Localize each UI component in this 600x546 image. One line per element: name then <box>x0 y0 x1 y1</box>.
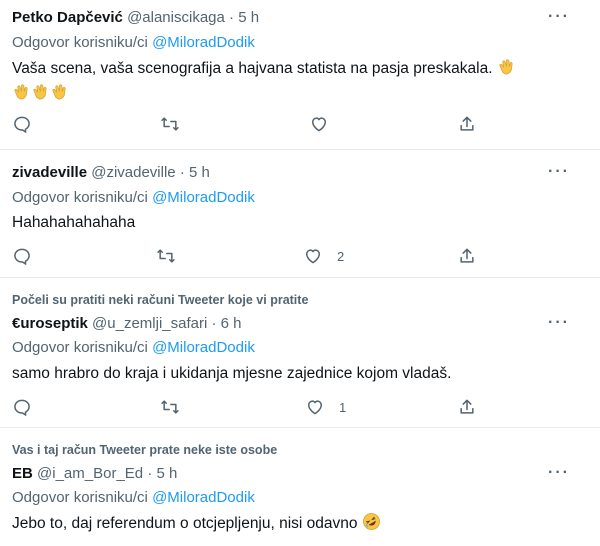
reply-mention-link[interactable]: @MiloradDodik <box>152 34 255 51</box>
share-button[interactable] <box>457 114 477 134</box>
reply-to: Odgovor korisniku/ci @MiloradDodik <box>12 189 255 206</box>
retweet-button[interactable] <box>160 397 180 417</box>
tweet-actions: 1 <box>0 397 600 421</box>
more-options-button[interactable]: ··· <box>548 163 570 181</box>
tweet-header: EB @i_am_Bor_Ed · 5 h <box>12 465 177 482</box>
reply-button[interactable] <box>12 397 32 417</box>
tweet[interactable]: Vas i taj račun Tweeter prate neke iste … <box>0 428 600 546</box>
separator-dot: · <box>211 315 217 332</box>
rofl-emoji <box>362 513 381 532</box>
retweet-button[interactable] <box>160 114 180 134</box>
reply-mention-link[interactable]: @MiloradDodik <box>152 339 255 356</box>
reply-icon <box>14 399 30 417</box>
like-count: 2 <box>337 248 345 264</box>
reply-button[interactable] <box>12 246 32 266</box>
more-options-button[interactable]: ··· <box>548 314 570 332</box>
tweet-header: zivadeville @zivadeville · 5 h <box>12 164 210 181</box>
retweet-icon <box>157 249 175 263</box>
reply-icon <box>14 248 30 266</box>
tweet[interactable]: zivadeville @zivadeville · 5 h ··· Odgov… <box>0 150 600 278</box>
clapping-hands-emoji <box>497 59 516 77</box>
author-handle[interactable]: @zivadeville <box>91 164 175 181</box>
like-count: 1 <box>339 399 347 415</box>
retweet-icon <box>161 117 179 131</box>
share-button[interactable] <box>457 246 477 266</box>
more-options-button[interactable]: ··· <box>548 8 570 26</box>
tweet-text: Jebo to, daj referendum o otcjepljenju, … <box>12 511 552 536</box>
retweet-icon <box>161 400 179 414</box>
reply-prefix: Odgovor korisniku/ci <box>12 489 148 506</box>
like-button[interactable] <box>309 114 343 134</box>
heart-icon <box>308 400 322 415</box>
tweet-header: Petko Dapčević @alaniscikaga · 5 h <box>12 9 259 26</box>
tweet-text-content: Vaša scena, vaša scenografija a hajvana … <box>12 60 493 77</box>
author-name[interactable]: €uroseptik <box>12 315 88 332</box>
tweet-text: samo hrabro do kraja i ukidanja mjesne z… <box>12 365 452 382</box>
social-context: Počeli su pratiti neki računi Tweeter ko… <box>12 293 309 307</box>
tweet-time[interactable]: 5 h <box>156 465 177 482</box>
reply-to: Odgovor korisniku/ci @MiloradDodik <box>12 339 255 356</box>
author-name[interactable]: EB <box>12 465 33 482</box>
tweet[interactable]: Počeli su pratiti neki računi Tweeter ko… <box>0 278 600 428</box>
tweet-time[interactable]: 5 h <box>189 164 210 181</box>
tweet[interactable]: Petko Dapčević @alaniscikaga · 5 h ··· O… <box>0 0 600 150</box>
tweet-text: Hahahahahahaha <box>12 214 136 231</box>
more-options-button[interactable]: ··· <box>548 464 570 482</box>
share-button[interactable] <box>457 397 477 417</box>
tweet-actions <box>0 114 600 138</box>
like-button[interactable]: 1 <box>305 397 346 417</box>
clapping-hands-emoji-row <box>12 81 552 106</box>
heart-icon <box>306 249 320 264</box>
author-name[interactable]: zivadeville <box>12 164 87 181</box>
author-name[interactable]: Petko Dapčević <box>12 9 123 26</box>
separator-dot: · <box>147 465 153 482</box>
retweet-button[interactable] <box>156 246 176 266</box>
tweet-text-content: Jebo to, daj referendum o otcjepljenju, … <box>12 515 358 532</box>
reply-mention-link[interactable]: @MiloradDodik <box>152 489 255 506</box>
share-icon <box>460 248 474 263</box>
tweet-time[interactable]: 6 h <box>221 315 242 332</box>
tweet-actions: 2 <box>0 246 600 270</box>
share-icon <box>460 399 474 414</box>
like-button[interactable]: 2 <box>303 246 344 266</box>
reply-mention-link[interactable]: @MiloradDodik <box>152 189 255 206</box>
author-handle[interactable]: @u_zemlji_safari <box>92 315 207 332</box>
author-handle[interactable]: @i_am_Bor_Ed <box>37 465 143 482</box>
reply-to: Odgovor korisniku/ci @MiloradDodik <box>12 34 255 51</box>
social-context: Vas i taj račun Tweeter prate neke iste … <box>12 443 278 457</box>
reply-to: Odgovor korisniku/ci @MiloradDodik <box>12 489 255 506</box>
separator-dot: · <box>229 9 235 26</box>
heart-icon <box>312 117 326 132</box>
reply-prefix: Odgovor korisniku/ci <box>12 189 148 206</box>
reply-prefix: Odgovor korisniku/ci <box>12 34 148 51</box>
separator-dot: · <box>179 164 185 181</box>
tweet-header: €uroseptik @u_zemlji_safari · 6 h <box>12 315 242 332</box>
reply-prefix: Odgovor korisniku/ci <box>12 339 148 356</box>
tweet-time[interactable]: 5 h <box>238 9 259 26</box>
share-icon <box>460 116 474 131</box>
reply-icon <box>14 116 30 134</box>
reply-button[interactable] <box>12 114 32 134</box>
tweet-text: Vaša scena, vaša scenografija a hajvana … <box>12 56 552 106</box>
author-handle[interactable]: @alaniscikaga <box>127 9 225 26</box>
